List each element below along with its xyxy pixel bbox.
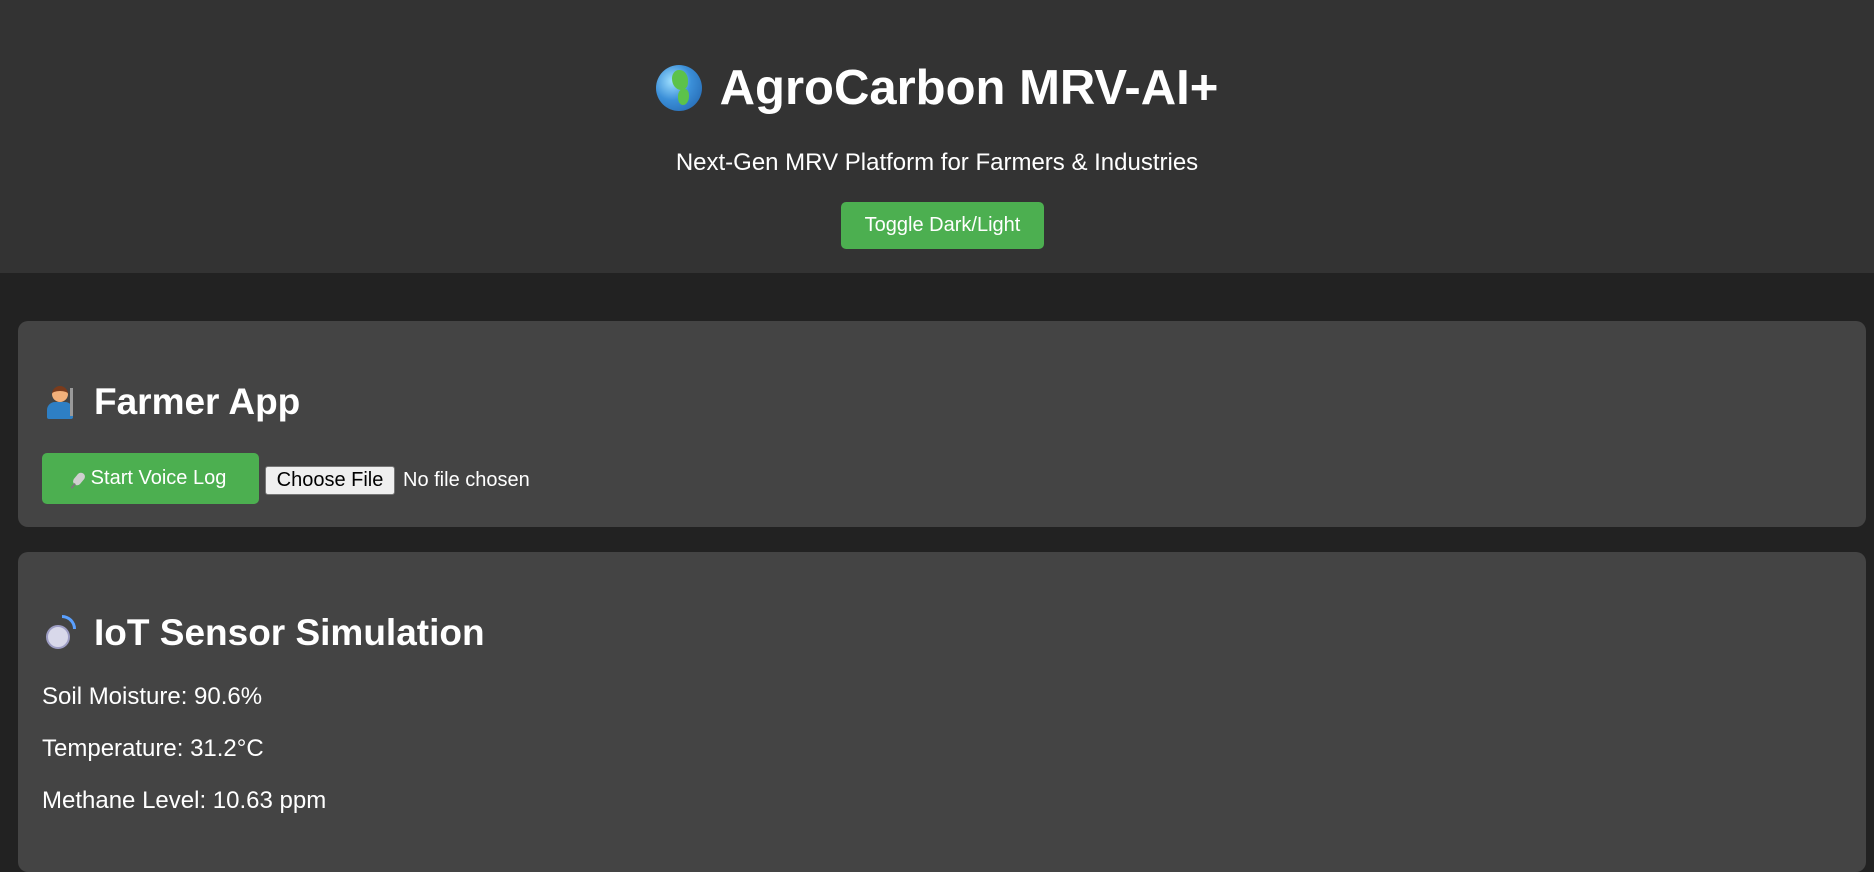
globe-icon — [655, 65, 702, 111]
iot-sensor-title: IoT Sensor Simulation — [42, 610, 485, 656]
start-voice-log-label: Start Voice Log — [90, 467, 227, 489]
toggle-theme-button[interactable]: Toggle Dark/Light — [841, 202, 1044, 249]
choose-file-button[interactable]: Choose File — [265, 466, 395, 495]
farmer-app-title-text: Farmer App — [94, 381, 301, 422]
file-upload-input[interactable]: Choose File No file chosen — [265, 466, 530, 495]
temperature-reading: Temperature: 31.2°C — [42, 735, 264, 762]
iot-sensor-title-text: IoT Sensor Simulation — [94, 612, 485, 653]
satellite-dish-icon — [42, 615, 78, 651]
page-title: AgroCarbon MRV-AI+ — [0, 56, 1874, 120]
page-title-text: AgroCarbon MRV-AI+ — [719, 61, 1219, 115]
microphone-icon — [71, 470, 87, 487]
app-header: AgroCarbon MRV-AI+ Next-Gen MRV Platform… — [0, 0, 1874, 273]
file-status-text: No file chosen — [403, 469, 530, 491]
methane-level-reading: Methane Level: 10.63 ppm — [42, 787, 327, 814]
start-voice-log-button[interactable]: Start Voice Log — [42, 453, 259, 504]
iot-sensor-card: IoT Sensor Simulation Soil Moisture: 90.… — [18, 552, 1866, 872]
soil-moisture-reading: Soil Moisture: 90.6% — [42, 683, 263, 710]
page-subtitle: Next-Gen MRV Platform for Farmers & Indu… — [675, 149, 1199, 176]
farmer-app-card: Farmer App Start Voice Log Choose File N… — [18, 321, 1866, 527]
farmer-app-title: Farmer App — [42, 379, 300, 425]
farmer-icon — [42, 384, 78, 420]
